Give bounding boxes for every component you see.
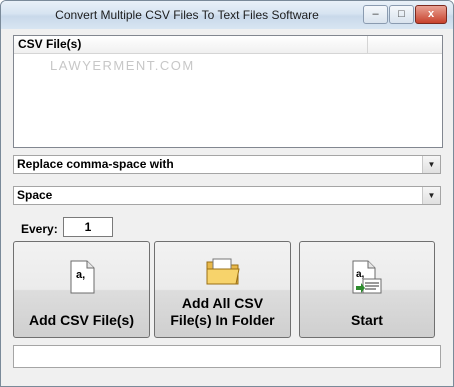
minimize-button[interactable]: –: [363, 5, 388, 24]
add-csv-files-label-line1: Add CSV File(s): [28, 312, 134, 328]
add-folder-label-line2: File(s) In Folder: [170, 312, 275, 328]
watermark-text: LAWYERMENT.COM: [50, 58, 195, 73]
add-folder-label: Add All CSV File(s) In Folder: [155, 295, 290, 329]
add-folder-button[interactable]: Add All CSV File(s) In Folder: [154, 241, 291, 338]
add-folder-label-line1: Add All CSV: [181, 295, 264, 311]
svg-text:a,: a,: [76, 269, 85, 281]
start-label: Start: [300, 312, 434, 329]
replace-mode-value: Replace comma-space with: [17, 157, 174, 171]
start-label-line1: Start: [351, 312, 383, 328]
add-csv-files-label: Add CSV File(s): [14, 312, 149, 329]
add-csv-files-button[interactable]: a, Add CSV File(s): [13, 241, 150, 338]
convert-icon: a,: [350, 260, 384, 301]
maximize-button[interactable]: □: [389, 5, 414, 24]
svg-text:a,: a,: [356, 269, 365, 280]
window-title: Convert Multiple CSV Files To Text Files…: [55, 8, 319, 22]
replace-mode-select[interactable]: Replace comma-space with ▼: [13, 155, 441, 174]
folder-icon: [205, 256, 241, 291]
client-area: CSV File(s) LAWYERMENT.COM Replace comma…: [5, 29, 449, 382]
dropdown-arrow-icon[interactable]: ▼: [422, 156, 440, 173]
list-header: CSV File(s): [14, 36, 442, 54]
every-input[interactable]: 1: [63, 217, 113, 237]
csv-file-list[interactable]: CSV File(s) LAWYERMENT.COM: [13, 35, 443, 148]
dropdown-arrow-icon[interactable]: ▼: [422, 187, 440, 204]
document-icon: a,: [68, 260, 96, 299]
title-bar[interactable]: Convert Multiple CSV Files To Text Files…: [1, 1, 453, 29]
close-button[interactable]: x: [415, 5, 447, 24]
start-button[interactable]: a, Start: [299, 241, 435, 338]
replacement-select[interactable]: Space ▼: [13, 186, 441, 205]
column-header-csv-files[interactable]: CSV File(s): [14, 36, 368, 53]
app-window: Convert Multiple CSV Files To Text Files…: [0, 0, 454, 387]
every-label: Every:: [21, 222, 58, 236]
replacement-value: Space: [17, 188, 53, 202]
status-box: [13, 345, 441, 368]
